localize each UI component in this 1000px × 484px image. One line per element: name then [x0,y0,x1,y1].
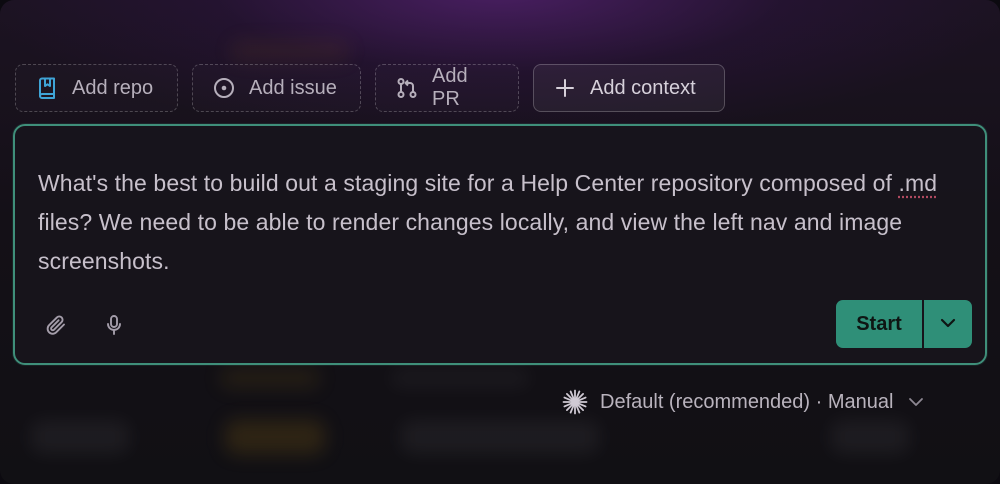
spellcheck-flagged-word: .md [898,170,938,196]
circle-dot-icon [213,77,235,99]
paperclip-icon [44,313,68,342]
background-blur [390,368,530,388]
chevron-down-icon [940,315,956,333]
microphone-icon [104,314,124,341]
add-pr-button[interactable]: Add PR [375,64,519,112]
start-button[interactable]: Start [836,300,922,348]
prompt-box[interactable]: What's the best to build out a staging s… [13,124,987,365]
prompt-text-after: files? We need to be able to render chan… [38,209,903,274]
attach-button[interactable] [41,312,71,342]
add-repo-label: Add repo [72,76,154,99]
chevron-down-icon [907,393,925,411]
pull-request-icon [396,77,418,99]
background-blur [830,420,910,454]
start-button-group: Start [836,300,972,348]
start-options-button[interactable] [924,300,972,348]
add-pr-label: Add PR [432,65,468,110]
background-blur [220,368,320,388]
background-blur [230,40,350,62]
book-icon [36,77,58,99]
sparkle-icon [562,389,588,415]
add-repo-button[interactable]: Add repo [15,64,178,112]
prompt-text-before: What's the best to build out a staging s… [38,170,899,196]
microphone-button[interactable] [99,312,129,342]
background-blur [30,420,130,454]
background-blur [400,420,600,454]
model-selector-label: Default (recommended) · Manual [600,390,894,413]
prompt-input[interactable]: What's the best to build out a staging s… [38,164,958,281]
context-chips: Add repo Add issue Add PR Add context [15,64,725,112]
app-window: Add repo Add issue Add PR Add context Wh… [0,0,1000,484]
add-context-label: Add context [590,76,696,99]
add-context-button[interactable]: Add context [533,64,725,112]
plus-icon [554,77,576,99]
model-selector[interactable]: Default (recommended) · Manual [562,386,925,418]
add-issue-label: Add issue [249,76,337,99]
add-issue-button[interactable]: Add issue [192,64,361,112]
background-blur [225,420,325,454]
